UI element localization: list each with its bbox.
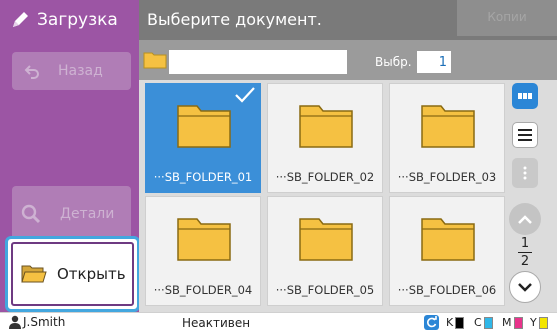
page-title: Выберите документ. xyxy=(147,10,322,29)
ink-level-c: C xyxy=(474,316,493,329)
chevron-up-icon xyxy=(518,214,532,224)
folder-tile[interactable]: ···SB_FOLDER_02 xyxy=(267,83,383,193)
user-name: J.Smith xyxy=(23,315,66,329)
folder-icon xyxy=(299,105,353,148)
back-arrow-icon xyxy=(24,65,39,79)
folder-icon xyxy=(421,105,475,148)
scan-pen-icon xyxy=(13,12,28,27)
copies-label: Копии xyxy=(487,10,527,24)
folder-name: ···SB_FOLDER_05 xyxy=(275,283,375,297)
folder-icon xyxy=(177,218,231,261)
list-view-button[interactable] xyxy=(512,122,538,148)
chevron-down-icon xyxy=(518,282,532,292)
ink-bar-c xyxy=(483,316,493,329)
folder-icon xyxy=(177,105,231,148)
ink-bar-k xyxy=(455,316,465,329)
back-button[interactable]: Назад xyxy=(12,52,131,90)
folder-name: ···SB_FOLDER_06 xyxy=(397,283,497,297)
thumbnail-view-icon xyxy=(518,93,532,99)
checkmark-icon xyxy=(235,87,255,103)
ink-label: K xyxy=(446,316,454,329)
folder-icon xyxy=(299,218,353,261)
refresh-button[interactable] xyxy=(424,315,439,330)
open-folder-icon xyxy=(21,265,47,283)
more-options-button[interactable] xyxy=(512,158,538,188)
copies-button[interactable]: Копии xyxy=(457,0,557,36)
ink-label: M xyxy=(502,316,512,329)
refresh-icon xyxy=(427,316,437,328)
folder-icon xyxy=(421,218,475,261)
user-icon xyxy=(9,315,21,329)
ink-label: C xyxy=(474,316,482,329)
ink-level-y: Y xyxy=(530,316,548,329)
path-field[interactable] xyxy=(169,50,347,74)
open-button-label: Открыть xyxy=(57,265,126,283)
page-down-button[interactable] xyxy=(509,271,541,303)
ink-label: Y xyxy=(530,316,537,329)
open-button[interactable]: Открыть xyxy=(11,242,134,306)
folder-tile[interactable]: ···SB_FOLDER_04 xyxy=(145,196,261,306)
sidebar-header: Загрузка xyxy=(0,0,139,40)
back-button-label: Назад xyxy=(58,63,103,79)
selected-count-label: Выбр. xyxy=(375,55,412,69)
selected-count-value: 1 xyxy=(417,51,451,73)
folder-tile[interactable]: ···SB_FOLDER_01 xyxy=(145,83,261,193)
main-header: Выберите документ. Копии xyxy=(139,0,557,40)
total-pages: 2 xyxy=(520,254,530,269)
thumbnail-view-button[interactable] xyxy=(512,83,538,109)
ink-bar-m xyxy=(513,316,523,329)
page-divider xyxy=(518,252,532,253)
folder-name: ···SB_FOLDER_01 xyxy=(153,170,253,184)
status-bar: J.Smith Неактивен K C M Y xyxy=(0,312,557,331)
details-button-label: Детали xyxy=(60,206,115,222)
page-indicator: 1 2 xyxy=(513,236,537,270)
current-page: 1 xyxy=(520,236,530,251)
vertical-dots-icon xyxy=(523,166,527,180)
folder-name: ···SB_FOLDER_04 xyxy=(153,283,253,297)
folder-tile[interactable]: ···SB_FOLDER_05 xyxy=(267,196,383,306)
magnifier-icon xyxy=(21,204,41,224)
folder-name: ···SB_FOLDER_02 xyxy=(275,170,375,184)
machine-status: Неактивен xyxy=(182,316,251,330)
list-view-icon xyxy=(518,129,532,141)
ink-bar-y xyxy=(538,316,548,329)
folder-icon xyxy=(143,52,167,69)
open-button-focus-ring: Открыть xyxy=(5,236,140,312)
folder-tile[interactable]: ···SB_FOLDER_03 xyxy=(389,83,505,193)
details-button[interactable]: Детали xyxy=(12,186,131,242)
folder-name: ···SB_FOLDER_03 xyxy=(397,170,497,184)
ink-level-m: M xyxy=(502,316,523,329)
main-panel: Выберите документ. Копии Выбр. 1 ···SB_F… xyxy=(139,0,557,312)
folder-tile[interactable]: ···SB_FOLDER_06 xyxy=(389,196,505,306)
path-bar: Выбр. 1 xyxy=(139,40,557,80)
ink-level-k: K xyxy=(446,316,465,329)
sidebar: Загрузка Назад Детали Открыть xyxy=(0,0,140,312)
page-up-button[interactable] xyxy=(509,203,541,235)
sidebar-title: Загрузка xyxy=(37,10,118,30)
